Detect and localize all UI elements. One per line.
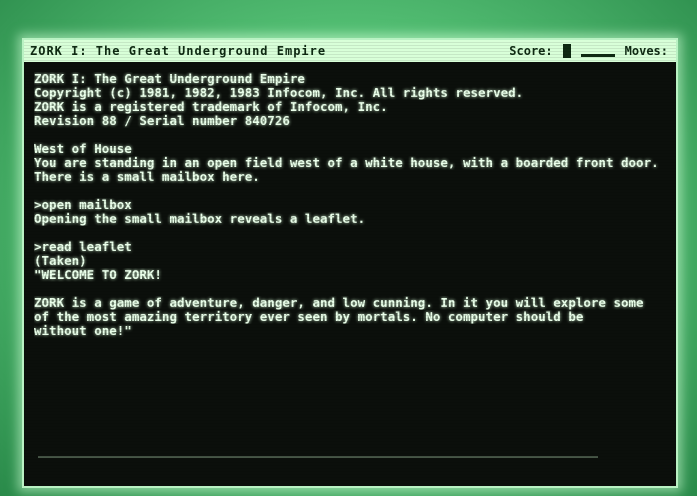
window-title: ZORK I: The Great Underground Empire (30, 44, 327, 58)
transcript-line (34, 128, 666, 142)
transcript-line: Copyright (c) 1981, 1982, 1983 Infocom, … (34, 86, 524, 100)
transcript-line: ZORK is a registered trademark of Infoco… (34, 100, 388, 114)
moves-label: Moves: (624, 44, 668, 58)
transcript-line: >open mailbox (34, 198, 132, 212)
transcript-line: You are standing in an open field west o… (34, 156, 659, 170)
transcript-line (34, 282, 666, 296)
transcript-line: There is a small mailbox here. (34, 170, 260, 184)
moves-underline (580, 53, 615, 57)
terminal-window[interactable]: ZORK I: The Great Underground Empire Sco… (22, 38, 678, 488)
status-area: Score: Moves: (509, 44, 668, 58)
transcript-line: Revision 88 / Serial number 840726 (34, 114, 290, 128)
transcript-line: ZORK is a game of adventure, danger, and… (34, 296, 644, 310)
transcript-line (34, 184, 666, 198)
transcript-line (34, 226, 666, 240)
transcript-line: without one!" (34, 324, 132, 338)
score-value-block (562, 44, 571, 58)
input-line[interactable] (38, 456, 598, 458)
transcript-line: (Taken) (34, 254, 87, 268)
game-transcript[interactable]: ZORK I: The Great Underground Empire Copy… (24, 62, 676, 486)
transcript-line: >read leaflet (34, 240, 132, 254)
transcript-line: ZORK I: The Great Underground Empire (34, 72, 305, 86)
transcript-line: Opening the small mailbox reveals a leaf… (34, 212, 366, 226)
transcript-line: "WELCOME TO ZORK! (34, 268, 162, 282)
transcript-line: of the most amazing territory ever seen … (34, 310, 584, 324)
score-label: Score: (509, 44, 553, 58)
title-bar: ZORK I: The Great Underground Empire Sco… (24, 40, 676, 62)
transcript-line: West of House (34, 142, 132, 156)
